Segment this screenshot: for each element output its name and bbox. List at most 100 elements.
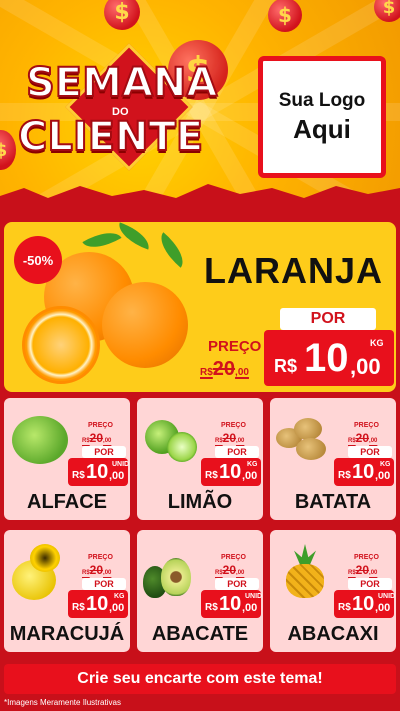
header-area: $ $ $ $ $ SEMANA DO CLIENTE Sua Logo Aqu…	[0, 0, 400, 205]
old-price: R$20,00	[348, 563, 377, 577]
price-dec: ,00	[109, 470, 125, 482]
price-unit: UNID	[245, 593, 263, 600]
old-price-int: 20	[89, 431, 104, 445]
new-price-box: R$ 10 ,00 UNID	[201, 590, 263, 618]
old-price-label: PREÇO	[354, 422, 379, 429]
price-int: 10	[219, 461, 242, 483]
price-currency: R$	[274, 356, 298, 376]
title-line1: SEMANA	[25, 59, 218, 107]
product-name: ABACAXI	[287, 623, 379, 645]
product-card-alface[interactable]: PREÇO R$20,00 POR R$ 10 ,00 UNID ALFACE	[4, 398, 130, 520]
title-badge: SEMANA DO CLIENTE	[14, 43, 236, 172]
price-unit: UNID	[378, 593, 396, 600]
old-price-label: PREÇO	[88, 554, 113, 561]
product-card-maracuja[interactable]: PREÇO R$20,00 POR R$ 10 ,00 KG MARACUJÁ	[4, 530, 130, 652]
old-price-currency: R$	[348, 570, 356, 576]
new-price-box: R$ 10 ,00 UNID	[334, 590, 396, 618]
lettuce-icon	[12, 416, 68, 464]
logo-text-line2: Aqui	[293, 113, 351, 144]
product-name: MARACUJÁ	[9, 623, 125, 645]
old-price-label: PREÇO	[88, 422, 113, 429]
new-price-label: POR	[348, 578, 392, 590]
pineapple-icon	[286, 564, 324, 598]
new-price-label: POR	[215, 446, 259, 458]
discount-badge: -50%	[14, 236, 62, 284]
product-card-abacate[interactable]: PREÇO R$20,00 POR R$ 10 ,00 UNID ABACATE	[137, 530, 263, 652]
old-price-int: 20	[355, 431, 370, 445]
avocado-half-icon	[161, 558, 191, 596]
price-dec: ,00	[109, 602, 125, 614]
potato-icon	[294, 418, 322, 440]
new-price-label: POR	[280, 308, 376, 330]
price-unit: KG	[380, 461, 391, 468]
cta-banner[interactable]: Crie seu encarte com este tema!	[4, 664, 396, 694]
old-price: R$20,00	[215, 431, 244, 445]
title-line2: CLIENTE	[17, 113, 204, 161]
price-unit: UNID	[112, 461, 130, 468]
product-card-batata[interactable]: PREÇO R$20,00 POR R$ 10 ,00 KG BATATA	[270, 398, 396, 520]
old-price-dec: ,00	[103, 438, 112, 444]
old-price-label: PREÇO	[221, 422, 246, 429]
price-dec: ,00	[242, 470, 258, 482]
lime-slice-icon	[167, 432, 197, 462]
new-price-box: R$ 10 ,00 KG	[68, 590, 128, 618]
old-price-dec: ,00	[236, 438, 245, 444]
price-currency: R$	[338, 470, 351, 481]
old-price-label: PREÇO	[208, 338, 262, 355]
pineapple-crown-icon	[294, 544, 316, 566]
price-unit: KG	[370, 338, 384, 348]
orange-icon	[102, 282, 188, 368]
old-price-dec: ,00	[369, 570, 378, 576]
price-currency: R$	[72, 470, 85, 481]
price-int: 10	[352, 461, 375, 483]
disclaimer-text: *Imagens Meramente Ilustrativas	[4, 698, 121, 707]
price-currency: R$	[338, 602, 351, 613]
price-currency: R$	[72, 602, 85, 613]
old-price: R$20,00	[82, 563, 111, 577]
new-price-box: R$ 10 ,00 KG	[264, 330, 394, 386]
passion-fruit-slice-icon	[30, 544, 60, 572]
featured-product-card[interactable]: -50% LARANJA PREÇO R$20,00 POR R$ 10 ,00…	[4, 222, 396, 392]
old-price-currency: R$	[82, 438, 90, 444]
product-card-limao[interactable]: PREÇO R$20,00 POR R$ 10 ,00 KG LIMÃO	[137, 398, 263, 520]
logo-placeholder[interactable]: Sua Logo Aqui	[258, 56, 386, 178]
old-price-dec: ,00	[103, 570, 112, 576]
old-price-currency: R$	[215, 438, 223, 444]
new-price-label: POR	[215, 578, 259, 590]
price-int: 10	[219, 593, 242, 615]
price-int: 10	[304, 336, 349, 380]
price-dec: ,00	[375, 602, 391, 614]
product-name: LIMÃO	[167, 491, 233, 513]
old-price: R$20,00	[82, 431, 111, 445]
price-dec: ,00	[350, 354, 381, 379]
product-card-abacaxi[interactable]: PREÇO R$20,00 POR R$ 10 ,00 UNID ABACAXI	[270, 530, 396, 652]
price-unit: KG	[247, 461, 258, 468]
price-int: 10	[352, 593, 375, 615]
old-price-dec: ,00	[236, 570, 245, 576]
new-price-label: POR	[348, 446, 392, 458]
old-price-label: PREÇO	[221, 554, 246, 561]
product-name: ALFACE	[27, 491, 107, 513]
old-price: R$20,00	[200, 358, 249, 381]
price-currency: R$	[205, 602, 218, 613]
old-price: R$20,00	[348, 431, 377, 445]
new-price-box: R$ 10 ,00 UNID	[68, 458, 130, 486]
old-price-int: 20	[222, 431, 237, 445]
old-price-dec: ,00	[235, 367, 249, 378]
old-price-currency: R$	[82, 570, 90, 576]
price-dec: ,00	[375, 470, 391, 482]
coin-icon: $	[104, 0, 140, 30]
product-name: BATATA	[294, 491, 372, 513]
old-price-int: 20	[212, 358, 236, 380]
potato-icon	[296, 438, 326, 460]
featured-product-name: LARANJA	[204, 250, 384, 291]
new-price-label: POR	[82, 578, 126, 590]
old-price-currency: R$	[215, 570, 223, 576]
price-currency: R$	[205, 470, 218, 481]
old-price-currency: R$	[200, 367, 213, 378]
old-price-int: 20	[355, 563, 370, 577]
logo-text-line1: Sua Logo	[278, 89, 366, 111]
product-name: ABACATE	[151, 623, 249, 645]
price-unit: KG	[114, 593, 125, 600]
old-price-int: 20	[89, 563, 104, 577]
